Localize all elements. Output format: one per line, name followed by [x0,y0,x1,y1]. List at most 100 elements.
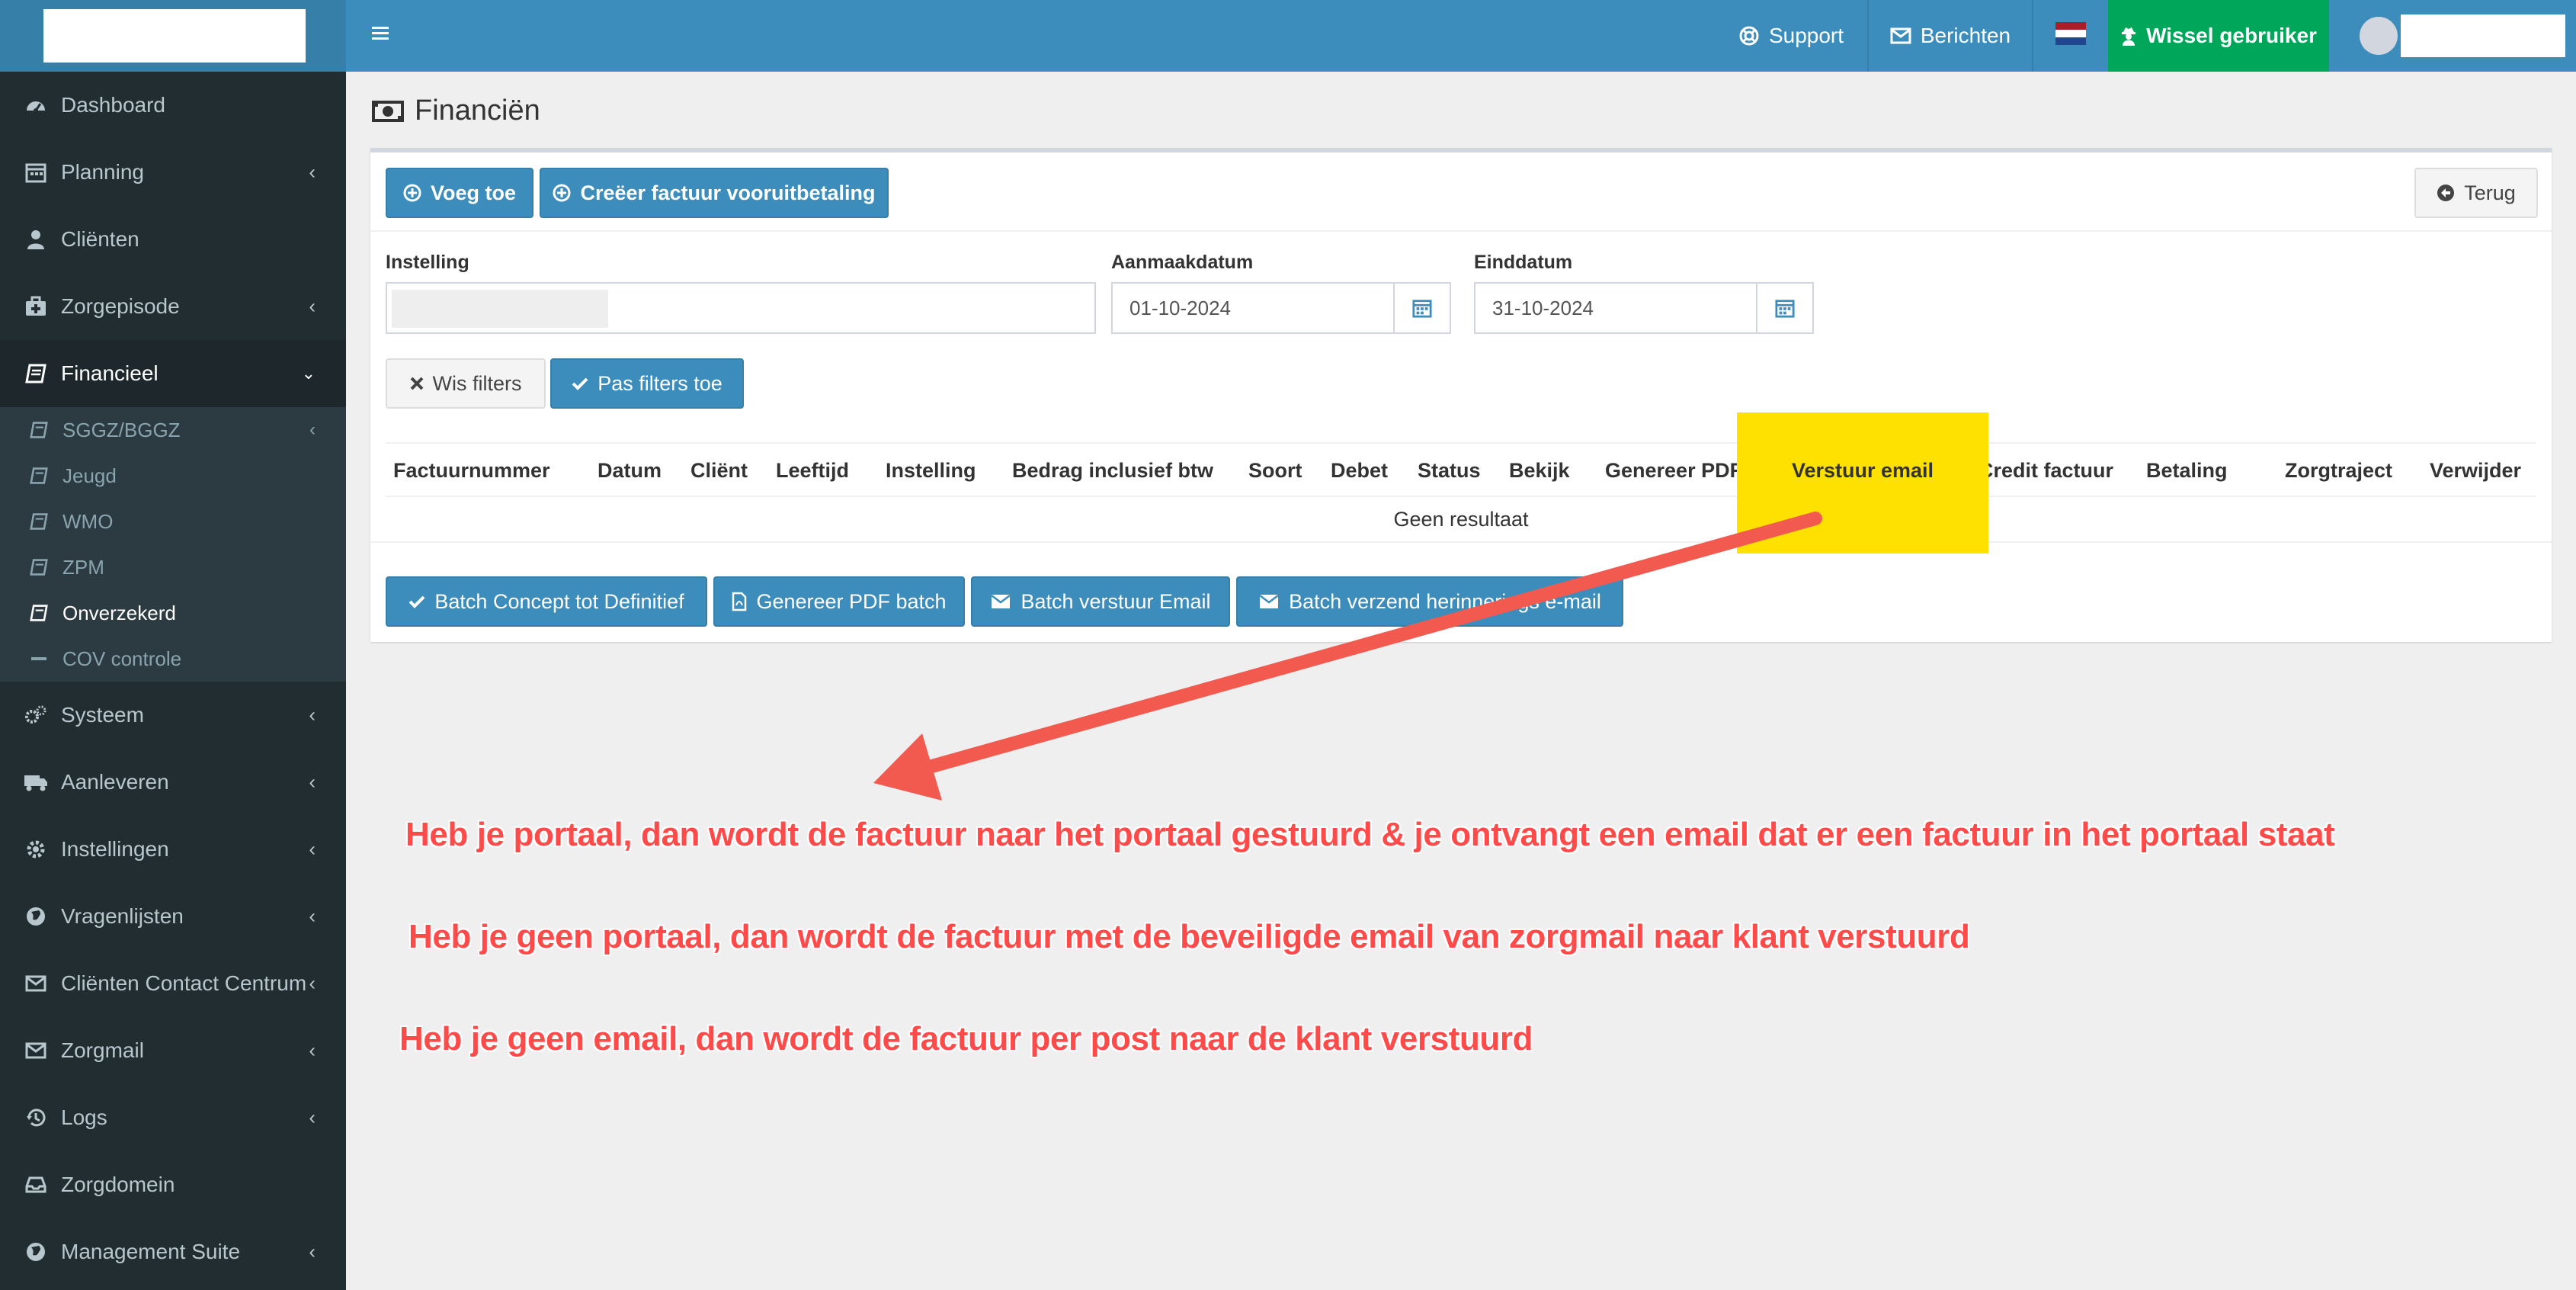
chevron-left-icon: ‹ [309,703,316,727]
sidebar-item-label: Zorgepisode [61,294,180,318]
column-header[interactable]: Debet [1331,444,1388,497]
column-header[interactable]: Verwijder [2430,444,2521,497]
support-link[interactable]: Support [1727,0,1855,72]
sidebar-subitem-jeugd[interactable]: Jeugd [0,453,346,499]
aanmaakdatum-calendar-button[interactable] [1393,282,1451,334]
add-label: Voeg toe [430,181,516,204]
column-header[interactable]: Factuurnummer [393,444,550,497]
sidebar-item-instellingen[interactable]: Instellingen ‹ [0,816,346,883]
column-header[interactable]: Credit factuur [1978,444,2113,497]
check-icon [572,377,588,390]
instelling-select[interactable] [386,282,1096,334]
column-header[interactable]: Genereer PDF [1605,444,1742,497]
book-icon [23,361,49,387]
chevron-left-icon: ‹ [309,971,316,995]
column-header-verstuur-email[interactable]: Verstuur email [1737,444,1988,497]
einddatum-calendar-button[interactable] [1756,282,1814,334]
book-icon [27,510,50,533]
sidebar-subitem-cov-controle[interactable]: COV controle [0,636,346,682]
globe-icon [23,903,49,929]
logo[interactable] [43,9,306,63]
sidebar-item-clienten[interactable]: Cliënten [0,206,346,273]
batch-reminder-label: Batch verzend herinnerings e-mail [1289,589,1601,613]
invoice-table-header: Factuurnummer Datum Cliënt Leeftijd Inst… [386,442,2536,497]
user-name-redacted [2401,14,2565,57]
sidebar-item-zorgdomein[interactable]: Zorgdomein [0,1151,346,1218]
clear-filters-button[interactable]: Wis filters [386,358,546,409]
chevron-left-icon: ‹ [309,837,316,861]
sidebar-subitem-onverzekerd[interactable]: Onverzekerd [0,590,346,636]
sidebar-item-logs[interactable]: Logs ‹ [0,1084,346,1151]
sidebar-item-systeem[interactable]: Systeem ‹ [0,682,346,749]
sidebar-subitem-label: SGGZ/BGGZ [62,418,181,441]
batch-reminder-button[interactable]: Batch verzend herinnerings e-mail [1236,576,1623,627]
column-header[interactable]: Status [1418,444,1481,497]
sidebar-item-label: Zorgdomein [61,1173,175,1196]
add-button[interactable]: Voeg toe [386,168,533,218]
annotation-line-3: Heb je geen email, dan wordt de factuur … [399,1020,1533,1057]
back-label: Terug [2464,181,2516,204]
switch-user-button[interactable]: Wissel gebruiker [2108,0,2329,72]
batch-concept-button[interactable]: Batch Concept tot Definitief [386,576,707,627]
column-header[interactable]: Cliënt [690,444,748,497]
sidebar-item-clienten-contact-centrum[interactable]: Cliënten Contact Centrum ‹ [0,950,346,1017]
sidebar-item-dashboard[interactable]: Dashboard [0,72,346,139]
avatar [2360,17,2398,55]
chevron-down-icon: ⌄ [301,364,316,383]
column-header[interactable]: Betaling [2146,444,2228,497]
sidebar-subitem-wmo[interactable]: WMO [0,499,346,544]
page-title-text: Financiën [415,95,540,127]
column-header[interactable]: Leeftijd [776,444,849,497]
column-header[interactable]: Bedrag inclusief btw [1012,444,1213,497]
batch-email-button[interactable]: Batch verstuur Email [971,576,1230,627]
einddatum-input[interactable]: 31-10-2024 [1474,282,1757,334]
hamburger-menu-icon[interactable] [369,21,396,49]
book-icon [27,556,50,579]
sidebar-item-zorgmail[interactable]: Zorgmail ‹ [0,1017,346,1084]
user-menu[interactable] [2360,0,2576,72]
create-prepayment-invoice-button[interactable]: Creëer factuur vooruitbetaling [540,168,889,218]
plus-circle-icon [553,184,571,202]
gear-icon [23,836,49,862]
chevron-left-icon: ‹ [309,1240,316,1263]
sidebar-item-aanleveren[interactable]: Aanleveren ‹ [0,749,346,816]
check-icon [409,595,425,608]
sidebar-item-label: Management Suite [61,1240,241,1263]
aanmaakdatum-input[interactable]: 01-10-2024 [1111,282,1395,334]
berichten-link[interactable]: Berichten [1867,0,2032,72]
chevron-left-icon: ‹ [309,1038,316,1062]
column-header[interactable]: Zorgtraject [2285,444,2392,497]
sidebar-item-label: Financieel [61,361,159,385]
instelling-label: Instelling [386,252,469,273]
support-label: Support [1768,24,1844,47]
sidebar-item-management-suite[interactable]: Management Suite ‹ [0,1218,346,1285]
instelling-value-redacted [392,290,608,328]
minus-icon [27,647,50,670]
sidebar-item-zorgepisode[interactable]: Zorgepisode ‹ [0,273,346,340]
sidebar-subitem-zpm[interactable]: ZPM [0,544,346,590]
column-header[interactable]: Bekijk [1509,444,1570,497]
sidebar-item-planning[interactable]: Planning ‹ [0,139,346,206]
create-prepayment-label: Creëer factuur vooruitbetaling [580,181,876,204]
sidebar-item-label: Cliënten Contact Centrum [61,971,307,995]
apply-filters-button[interactable]: Pas filters toe [550,358,744,409]
column-header[interactable]: Datum [598,444,662,497]
back-button[interactable]: Terug [2414,168,2538,218]
sidebar-subitem-sggz-bggz[interactable]: SGGZ/BGGZ ‹ [0,407,346,453]
top-navbar: Support Berichten Wissel gebruiker [346,0,2576,72]
sidebar-item-label: Vragenlijsten [61,904,184,928]
sidebar-item-label: Zorgmail [61,1038,144,1062]
column-header[interactable]: Instelling [886,444,976,497]
sidebar-item-label: Cliënten [61,227,139,251]
sidebar-item-financieel[interactable]: Financieel ⌄ [0,340,346,407]
sidebar-item-vragenlijsten[interactable]: Vragenlijsten ‹ [0,883,346,950]
cogs-icon [23,702,49,728]
sidebar-item-label: Aanleveren [61,770,169,794]
plus-circle-icon [403,184,421,202]
language-selector[interactable] [2032,0,2108,72]
divider [370,230,2552,232]
batch-pdf-button[interactable]: Genereer PDF batch [713,576,965,627]
book-icon [27,419,50,441]
sidebar-subitem-label: WMO [62,509,114,533]
column-header[interactable]: Soort [1248,444,1302,497]
